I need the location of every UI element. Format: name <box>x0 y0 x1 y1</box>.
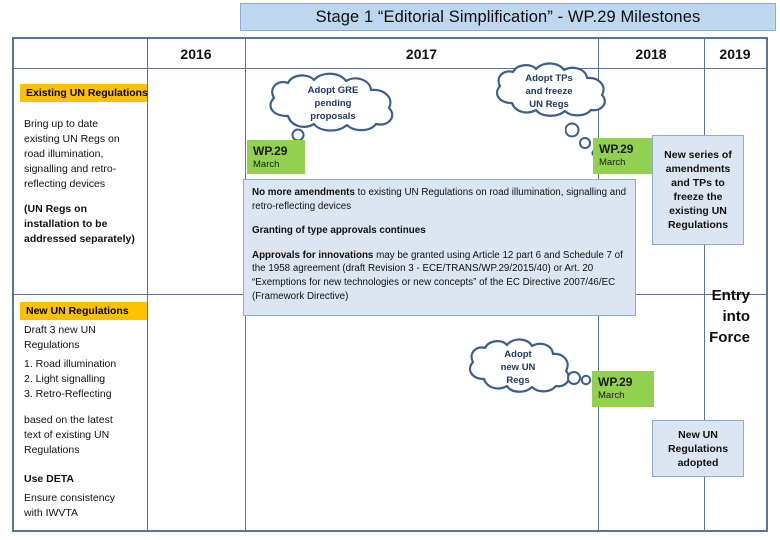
panel-line-2: Granting of type approvals continues <box>252 224 627 238</box>
year-label: 2017 <box>405 45 438 62</box>
existing-note: (UN Regs on installation to be addressed… <box>24 203 135 245</box>
new-un-regulations-tag: New UN Regulations <box>20 302 147 320</box>
new-regulations-adopted-box: New UN Regulations adopted <box>652 420 744 477</box>
milestone-month: March <box>599 157 626 168</box>
cloud-shape <box>495 62 606 117</box>
year-label: 2019 <box>719 45 751 62</box>
year-label: 2018 <box>635 45 667 62</box>
milestone-month: March <box>598 390 625 401</box>
milestone-wp29-2018[interactable]: WP.29 March <box>593 138 655 174</box>
panel-line-1-emphasis: No more amendments <box>252 187 355 198</box>
year-header-2018: 2018 <box>598 39 704 68</box>
cloud-shape <box>468 338 570 393</box>
year-header-2016: 2016 <box>147 39 245 68</box>
panel-line-1: No more amendments to existing UN Regula… <box>252 186 627 213</box>
slide-canvas: Stage 1 “Editorial Simplification” - WP.… <box>0 0 780 540</box>
header-row-divider <box>14 68 766 69</box>
existing-tag-label: Existing UN Regulations <box>26 87 148 99</box>
new-regulations-adopted-text: New UN Regulations adopted <box>667 428 729 469</box>
cloud-adopt-gre: Adopt GRE pending proposals <box>258 72 408 134</box>
cloud-shape <box>269 72 394 132</box>
milestone-name: WP.29 <box>253 144 288 158</box>
milestone-month: March <box>253 159 280 170</box>
year-header-2019: 2019 <box>704 39 766 68</box>
panel-line-2-emphasis: Granting of type approvals continues <box>252 225 426 237</box>
freeze-regulations-box: New series of amendments and TPs to free… <box>652 135 744 245</box>
panel-line-3: Approvals for innovations may be granted… <box>252 249 627 303</box>
new-regulations-list: 1. Road illumination 2. Light signalling… <box>24 358 117 400</box>
milestone-wp29-new-regs[interactable]: WP.29 March <box>592 371 654 407</box>
panel-line-3-emphasis: Approvals for innovations <box>252 249 374 261</box>
freeze-regulations-text: New series of amendments and TPs to free… <box>664 149 732 231</box>
cloud-adopt-new-un-regs: Adopt new UN Regs <box>462 338 574 396</box>
new-tag-label: New UN Regulations <box>26 305 129 317</box>
milestone-name: WP.29 <box>599 142 634 156</box>
slide-title-bar: Stage 1 “Editorial Simplification” - WP.… <box>240 3 776 31</box>
existing-description: Bring up to date existing UN Regs on roa… <box>24 118 120 190</box>
milestone-wp29-2017[interactable]: WP.29 March <box>247 140 305 174</box>
page-title: Stage 1 “Editorial Simplification” - WP.… <box>315 7 701 26</box>
new-draft-description: Draft 3 new UN Regulations <box>24 324 96 351</box>
entry-into-force-label: Entry into Force <box>709 287 750 346</box>
use-deta-note: Use DETA <box>24 473 74 485</box>
year-label: 2016 <box>180 45 212 62</box>
existing-un-regulations-tag: Existing UN Regulations <box>20 84 148 102</box>
iwvta-consistency-note: Ensure consistency with IWVTA <box>24 492 116 519</box>
new-basis-description: based on the latest text of existing UN … <box>24 414 113 456</box>
milestone-name: WP.29 <box>598 375 633 389</box>
amendments-info-panel: No more amendments to existing UN Regula… <box>243 179 636 316</box>
cloud-adopt-tps: Adopt TPs and freeze UN Regs <box>488 62 610 120</box>
